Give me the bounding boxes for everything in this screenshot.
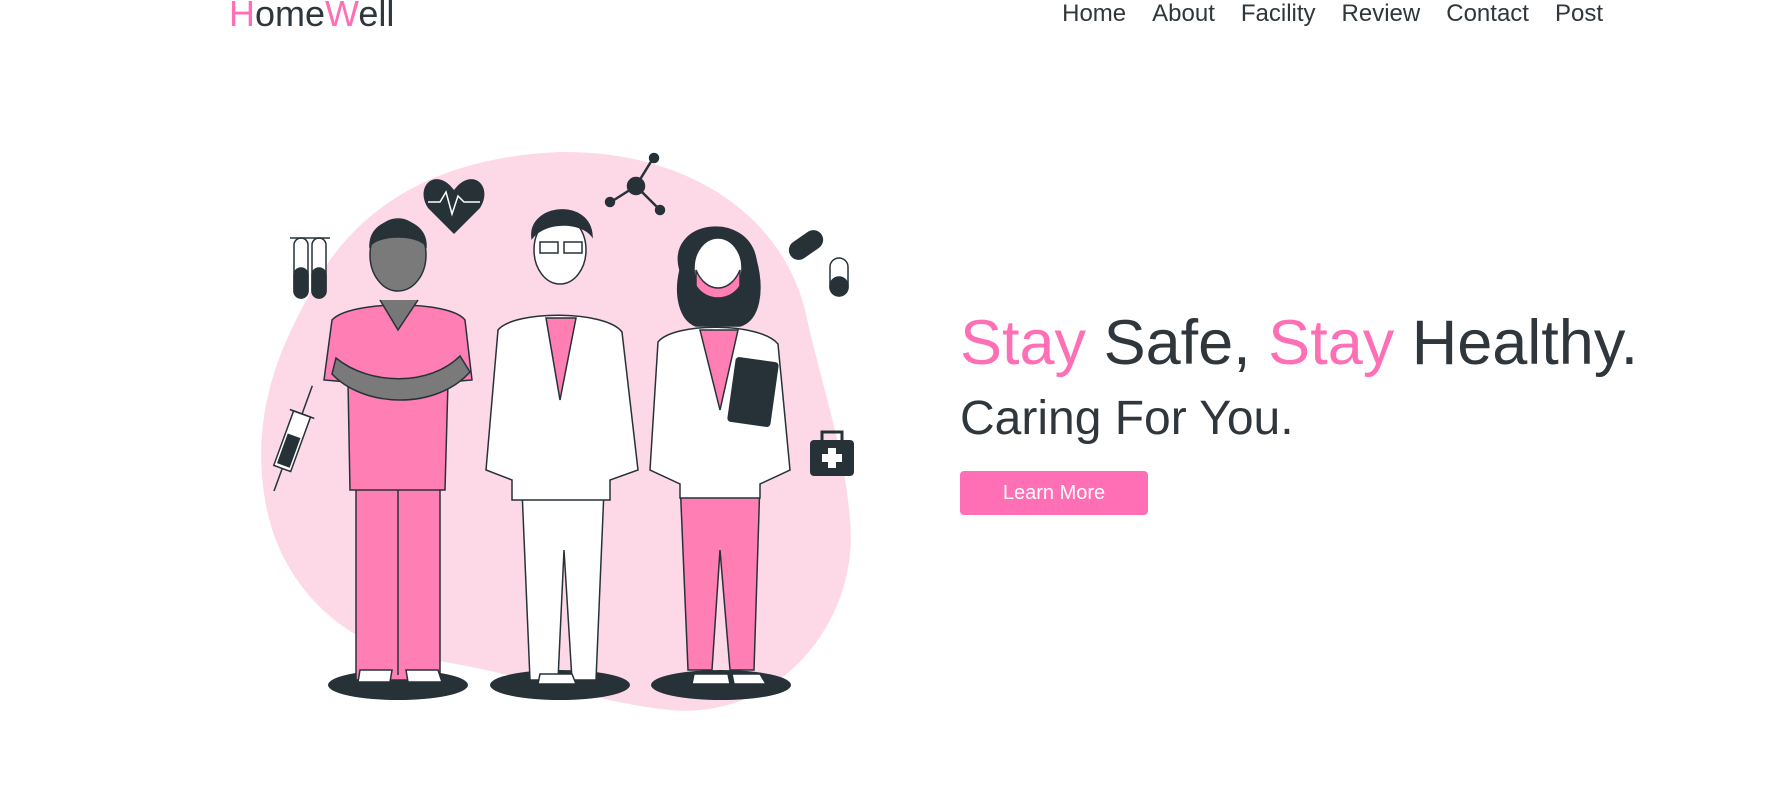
nav-home[interactable]: Home [1062, 0, 1126, 29]
learn-more-button[interactable]: Learn More [960, 471, 1148, 515]
logo[interactable]: HomeWell [229, 0, 394, 36]
nav-about[interactable]: About [1152, 0, 1215, 29]
hero-title-stay-2: Stay [1268, 308, 1395, 378]
nav-contact[interactable]: Contact [1446, 0, 1529, 29]
hero-title: Stay Safe, Stay Healthy. [960, 305, 1638, 381]
logo-text-ome: ome [255, 0, 326, 34]
hero-title-stay-1: Stay [960, 308, 1087, 378]
doctors-illustration [261, 151, 854, 711]
hero-section: Stay Safe, Stay Healthy. Caring For You.… [960, 305, 1638, 515]
hero-title-safe: Safe, [1086, 308, 1269, 378]
nav-post[interactable]: Post [1555, 0, 1603, 29]
hero-subtitle: Caring For You. [960, 392, 1294, 445]
hero-title-healthy: Healthy. [1394, 308, 1639, 378]
logo-text-ell: ell [358, 0, 395, 34]
logo-letter-h: H [229, 0, 255, 34]
main-nav: Home About Facility Review Contact Post [1062, 0, 1603, 29]
page: HomeWell Home About Facility Review Cont… [0, 0, 1782, 793]
nav-review[interactable]: Review [1342, 0, 1421, 29]
logo-letter-w: W [325, 0, 359, 34]
test-tubes-icon [290, 237, 330, 299]
nav-facility[interactable]: Facility [1241, 0, 1316, 29]
